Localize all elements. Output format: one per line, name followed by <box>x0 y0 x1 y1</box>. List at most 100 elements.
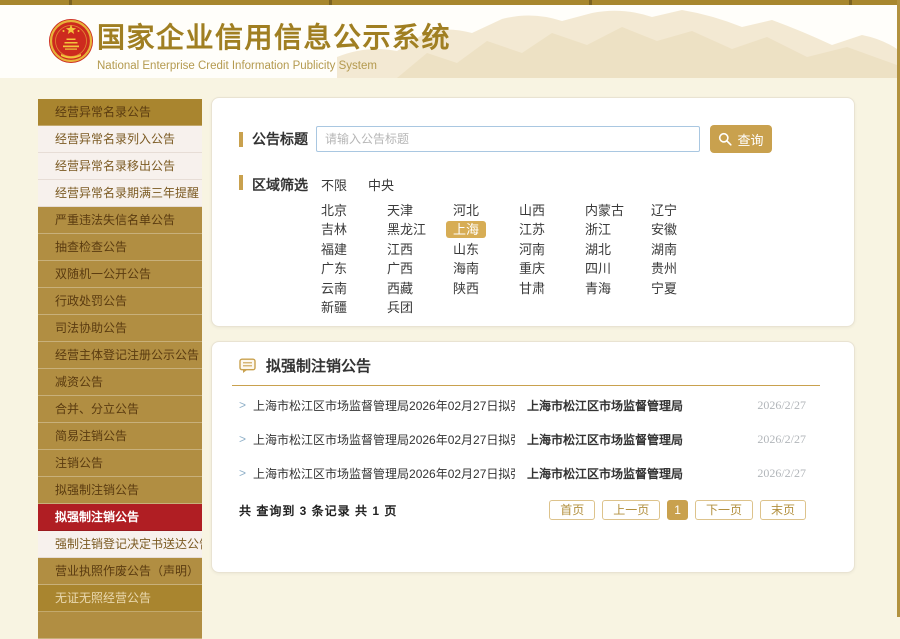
site-title-block: 国家企业信用信息公示系统 National Enterprise Credit … <box>97 16 451 72</box>
region-option[interactable]: 兵团 <box>387 300 413 315</box>
region-option-cell: 陕西 <box>453 278 519 297</box>
sidebar-item[interactable]: 严重违法失信名单公告 <box>38 207 202 234</box>
region-option[interactable]: 天津 <box>387 203 413 218</box>
region-option[interactable]: 湖南 <box>651 242 677 257</box>
region-option[interactable]: 山西 <box>519 203 545 218</box>
pagination-button[interactable]: 首页 <box>549 500 595 520</box>
region-option[interactable]: 北京 <box>321 203 347 218</box>
sidebar-item[interactable]: 拟强制注销公告 <box>38 504 202 531</box>
region-option[interactable]: 中央 <box>368 178 394 193</box>
announcement-row[interactable]: >上海市松江区市场监督管理局2026年02月27日拟强制注...上海市松江区市场… <box>212 456 854 490</box>
region-option[interactable]: 江苏 <box>519 222 545 237</box>
region-option[interactable]: 湖北 <box>585 242 611 257</box>
region-option[interactable]: 广西 <box>387 261 413 276</box>
region-option[interactable]: 山东 <box>453 242 479 257</box>
sidebar-item[interactable]: 经营主体登记注册公示公告 <box>38 342 202 369</box>
region-option[interactable]: 河北 <box>453 203 479 218</box>
region-option[interactable]: 江西 <box>387 242 413 257</box>
region-option-cell: 山西 <box>519 200 585 219</box>
region-option[interactable]: 广东 <box>321 261 347 276</box>
national-emblem-logo <box>48 18 94 64</box>
region-option[interactable]: 陕西 <box>453 281 479 296</box>
region-area: 不限 中央 北京 天津 河北 山西 内蒙古 辽宁吉林 黑龙江 上海 江苏 浙江 安徽福建 江西 山东 河南 湖… <box>321 175 717 317</box>
sidebar-item[interactable]: 减资公告 <box>38 369 202 396</box>
region-option-cell: 广西 <box>387 258 453 277</box>
announcement-panel: 拟强制注销公告 > 上海市松江区市场监督管理局2026年02月27日拟强制注...… <box>211 341 855 573</box>
region-option-cell: 湖北 <box>585 239 651 258</box>
region-filter: 区域筛选 不限中央 北京天津河北山西内蒙古辽宁吉林黑龙江上海江苏浙江安徽福建江西… <box>239 175 854 317</box>
region-option[interactable]: 安徽 <box>651 222 677 237</box>
sidebar-item[interactable]: 注销公告 <box>38 450 202 477</box>
region-option[interactable]: 西藏 <box>387 281 413 296</box>
region-option[interactable]: 甘肃 <box>519 281 545 296</box>
sidebar-item[interactable]: 强制注销登记决定书送达公告 <box>38 531 202 558</box>
region-option-cell: 甘肃 <box>519 278 585 297</box>
region-option-cell: 黑龙江 <box>387 219 453 238</box>
search-input[interactable] <box>316 126 700 152</box>
region-option[interactable]: 河南 <box>519 242 545 257</box>
region-option[interactable]: 辽宁 <box>651 203 677 218</box>
pagination: 首页上一页 1 下一页末页 <box>549 500 806 520</box>
region-option[interactable]: 四川 <box>585 261 611 276</box>
main-layout: 经营异常名录公告经营异常名录列入公告经营异常名录移出公告经营异常名录期满三年提醒… <box>0 78 900 639</box>
sidebar-item[interactable]: 营业执照作废公告（声明） <box>38 558 202 585</box>
region-grid-row: 广东 广西 海南 重庆 四川 贵州 <box>321 258 717 278</box>
pagination-button[interactable]: 下一页 <box>695 500 753 520</box>
region-option[interactable]: 不限 <box>321 178 347 193</box>
region-grid-row: 吉林 黑龙江 上海 江苏 浙江 安徽 <box>321 219 717 239</box>
announcement-org: 上海市松江区市场监督管理局 <box>527 397 683 414</box>
sidebar-item[interactable] <box>38 612 202 639</box>
announcement-row[interactable]: >上海市松江区市场监督管理局2026年02月27日拟强制注...上海市松江区市场… <box>212 388 854 422</box>
region-option[interactable]: 福建 <box>321 242 347 257</box>
pagination-current-page[interactable]: 1 <box>667 500 688 520</box>
region-option-cell: 内蒙古 <box>585 200 651 219</box>
region-option[interactable]: 浙江 <box>585 222 611 237</box>
pagination-button[interactable]: 末页 <box>760 500 806 520</box>
record-summary: 共 查询到 3 条记录 共 1 页 <box>239 502 397 519</box>
region-option-cell: 河南 <box>519 239 585 258</box>
chevron-right-icon: > <box>239 466 246 480</box>
search-label: 公告标题 <box>252 129 316 149</box>
sidebar-item[interactable]: 经营异常名录列入公告 <box>38 126 202 153</box>
search-icon <box>718 132 732 146</box>
region-option[interactable]: 青海 <box>585 281 611 296</box>
pagination-button[interactable]: 上一页 <box>602 500 660 520</box>
region-option[interactable]: 内蒙古 <box>585 203 624 218</box>
region-option[interactable]: 吉林 <box>321 222 347 237</box>
region-option-cell: 贵州 <box>651 258 717 277</box>
region-option[interactable]: 宁夏 <box>651 281 677 296</box>
region-option[interactable]: 贵州 <box>651 261 677 276</box>
region-grid-row: 福建 江西 山东 河南 湖北 湖南 <box>321 239 717 259</box>
search-panel: 公告标题 查询 区域筛选 不限中央 北京天津河北山西内蒙古辽宁吉林黑龙江上海江苏… <box>211 97 855 327</box>
region-option[interactable]: 新疆 <box>321 300 347 315</box>
sidebar-item[interactable]: 司法协助公告 <box>38 315 202 342</box>
region-option[interactable]: 黑龙江 <box>387 222 426 237</box>
region-option[interactable]: 上海 <box>446 221 486 238</box>
list-header: 拟强制注销公告 <box>239 355 854 376</box>
sidebar-item[interactable]: 拟强制注销公告 <box>38 477 202 504</box>
sidebar-item[interactable]: 双随机一公开公告 <box>38 261 202 288</box>
search-button[interactable]: 查询 <box>710 125 772 153</box>
announcement-row[interactable]: >上海市松江区市场监督管理局2026年02月27日拟强制注...上海市松江区市场… <box>212 422 854 456</box>
sidebar-item[interactable]: 经营异常名录期满三年提醒 <box>38 180 202 207</box>
list-title: 拟强制注销公告 <box>266 355 371 376</box>
sidebar-item[interactable]: 简易注销公告 <box>38 423 202 450</box>
announcement-list: > 上海市松江区市场监督管理局2026年02月27日拟强制注... 上海市松江区市场… <box>212 388 854 490</box>
sidebar: 经营异常名录公告经营异常名录列入公告经营异常名录移出公告经营异常名录期满三年提醒… <box>38 99 202 639</box>
region-option[interactable]: 重庆 <box>519 261 545 276</box>
region-option[interactable]: 云南 <box>321 281 347 296</box>
announcement-title[interactable]: 上海市松江区市场监督管理局2026年02月27日拟强制注... <box>253 465 515 482</box>
sidebar-item[interactable]: 抽查检查公告 <box>38 234 202 261</box>
region-option-cell: 四川 <box>585 258 651 277</box>
sidebar-item[interactable]: 经营异常名录移出公告 <box>38 153 202 180</box>
region-option-cell: 河北 <box>453 200 519 219</box>
region-option[interactable]: 海南 <box>453 261 479 276</box>
sidebar-item[interactable]: 经营异常名录公告 <box>38 99 202 126</box>
region-option-cell: 西藏 <box>387 278 453 297</box>
region-option-cell: 海南 <box>453 258 519 277</box>
sidebar-item[interactable]: 无证无照经营公告 <box>38 585 202 612</box>
sidebar-item[interactable]: 合并、分立公告 <box>38 396 202 423</box>
sidebar-item[interactable]: 行政处罚公告 <box>38 288 202 315</box>
announcement-title[interactable]: 上海市松江区市场监督管理局2026年02月27日拟强制注... <box>253 431 515 448</box>
announcement-title[interactable]: 上海市松江区市场监督管理局2026年02月27日拟强制注... <box>253 397 515 414</box>
